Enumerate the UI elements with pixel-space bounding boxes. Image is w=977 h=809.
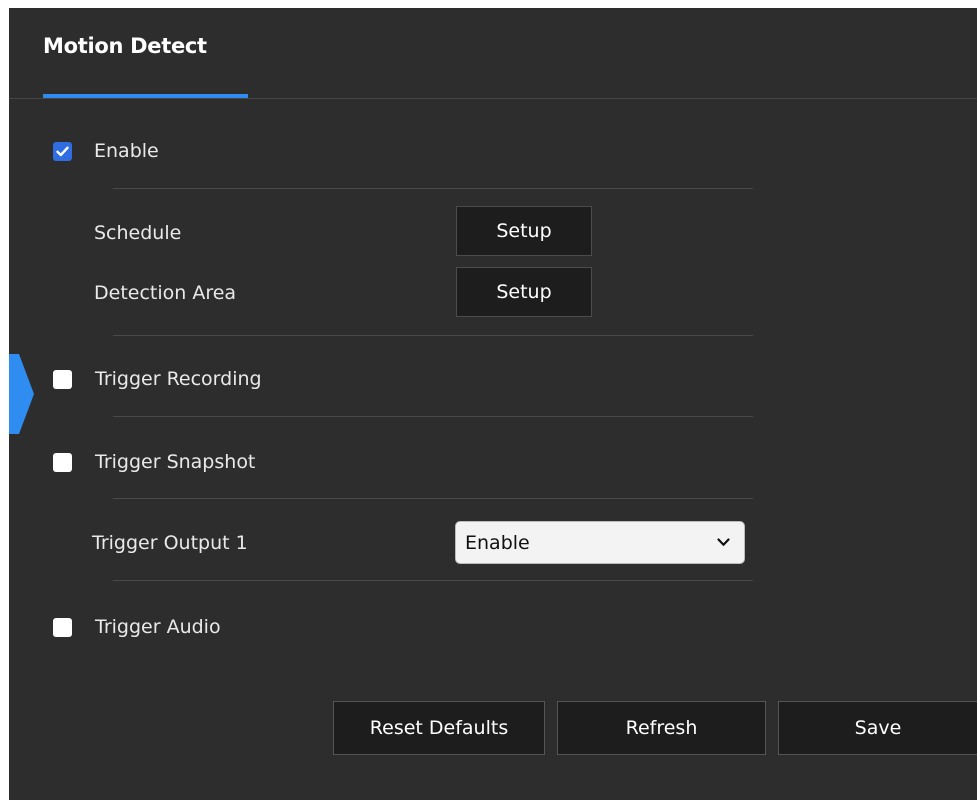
save-button[interactable]: Save <box>778 701 977 755</box>
motion-detect-panel: Motion Detect Enable Schedule Setup Dete… <box>9 8 977 800</box>
divider <box>113 416 753 417</box>
divider <box>113 498 753 499</box>
enable-checkbox-row[interactable]: Enable <box>53 140 159 162</box>
trigger-output-select[interactable]: Enable <box>455 521 745 564</box>
divider <box>113 335 753 336</box>
trigger-recording-label: Trigger Recording <box>95 368 262 390</box>
reset-defaults-button[interactable]: Reset Defaults <box>333 701 545 755</box>
trigger-audio-label: Trigger Audio <box>95 616 221 638</box>
detection-area-setup-button[interactable]: Setup <box>456 267 592 317</box>
trigger-output-label: Trigger Output 1 <box>92 532 248 554</box>
trigger-output-selected-value: Enable <box>465 531 530 554</box>
trigger-audio-checkbox[interactable] <box>53 617 72 637</box>
divider <box>113 580 753 581</box>
trigger-snapshot-checkbox[interactable] <box>53 452 72 472</box>
trigger-snapshot-label: Trigger Snapshot <box>95 451 256 473</box>
trigger-snapshot-checkbox-row[interactable]: Trigger Snapshot <box>53 451 255 473</box>
enable-label: Enable <box>94 140 159 162</box>
schedule-label: Schedule <box>94 222 182 244</box>
trigger-recording-checkbox[interactable] <box>53 369 72 389</box>
schedule-setup-button[interactable]: Setup <box>456 206 592 256</box>
trigger-audio-checkbox-row[interactable]: Trigger Audio <box>53 616 221 638</box>
divider <box>113 188 753 189</box>
chevron-down-icon <box>717 538 730 546</box>
detection-area-label: Detection Area <box>94 282 237 304</box>
checkmark-icon <box>56 146 69 156</box>
refresh-button[interactable]: Refresh <box>557 701 766 755</box>
trigger-recording-checkbox-row[interactable]: Trigger Recording <box>53 368 262 390</box>
enable-checkbox[interactable] <box>53 141 72 161</box>
header-divider <box>9 98 977 99</box>
side-expand-marker[interactable] <box>9 354 34 434</box>
tab-motion-detect[interactable]: Motion Detect <box>43 34 207 58</box>
